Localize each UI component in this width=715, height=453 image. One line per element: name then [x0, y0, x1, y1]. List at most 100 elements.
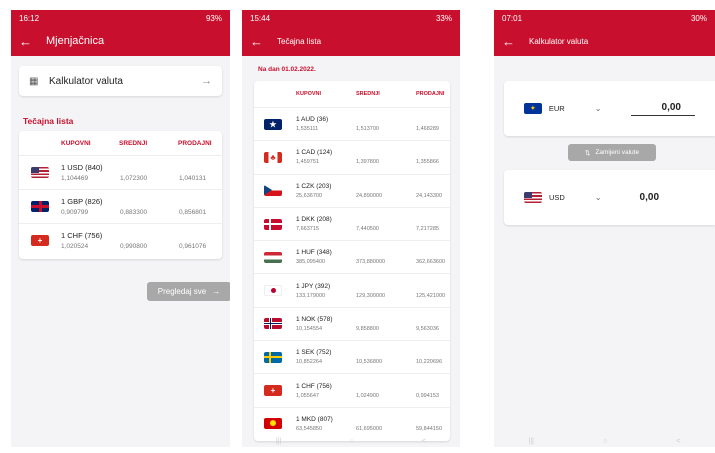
col-buy: KUPOVNI	[296, 91, 322, 97]
mid-rate: 61,695000	[356, 425, 382, 432]
us-flag-icon	[524, 192, 542, 203]
se-flag-icon	[264, 351, 282, 363]
to-currency-card: USD ⌄ 0,00	[504, 170, 715, 225]
view-all-button[interactable]: Pregledaj sve →	[147, 282, 230, 301]
status-time: 15:44	[250, 13, 271, 23]
col-sell: PRODAJNI	[178, 139, 212, 147]
mid-rate: 24,890000	[356, 192, 382, 199]
currency-name: 1 JPY (392)	[296, 282, 331, 290]
rate-row: 1 GBP (826) 0,909799 0,883300 0,856801	[19, 189, 222, 223]
status-battery: 33%	[435, 13, 452, 23]
rate-row: 1 SEK (752) 10,852264 10,536800 10,220696	[254, 340, 450, 373]
col-buy: KUPOVNI	[61, 139, 91, 147]
swap-label: Zamijeni valute	[595, 149, 640, 156]
sell-rate: 0,994153	[416, 392, 439, 399]
app-bar: ← Kalkulator valuta	[494, 26, 715, 56]
rate-row: +1 CHF (756) 1,020524 0,990800 0,961076	[19, 223, 222, 257]
chevron-down-icon[interactable]: ⌄	[595, 104, 602, 113]
sell-rate: 125,421000	[416, 292, 446, 299]
buy-rate: 1,104469	[61, 175, 89, 182]
status-time: 07:01	[502, 13, 523, 23]
arrow-right-icon: →	[212, 287, 221, 296]
currency-name: 1 HUF (348)	[296, 249, 332, 257]
currency-name: 1 GBP (826)	[61, 197, 103, 206]
status-time: 16:12	[19, 13, 40, 23]
converter-link-card[interactable]: ▦ Kalkulator valuta →	[19, 66, 222, 96]
buy-rate: 1,020524	[61, 243, 89, 250]
system-nav-bar: ||| ○ <	[242, 435, 460, 447]
mid-rate: 1,072300	[120, 175, 148, 182]
sell-rate: 7,217285	[416, 226, 439, 233]
to-currency-code[interactable]: USD	[549, 193, 565, 202]
mid-rate: 129,300000	[356, 292, 386, 299]
mid-rate: 373,880000	[356, 259, 386, 266]
currency-name: 1 CHF (756)	[61, 231, 103, 240]
recent-apps-icon[interactable]: |||	[276, 438, 281, 445]
buy-rate: 385,095400	[296, 259, 326, 266]
sell-rate: 10,220696	[416, 359, 442, 366]
status-battery: 93%	[205, 13, 222, 23]
currency-name: 1 DKK (208)	[296, 216, 332, 224]
back-nav-icon[interactable]: <	[422, 438, 426, 445]
app-bar: ← Tečajna lista	[242, 26, 460, 56]
dk-flag-icon	[264, 218, 282, 230]
sell-rate: 1,040131	[179, 175, 207, 182]
rates-date: Na dan 01.02.2022.	[258, 66, 316, 73]
rate-row: 1 USD (840) 1,104469 1,072300 1,040131	[19, 155, 222, 189]
rate-row: +1 CHF (756) 1,055647 1,024900 0,994153	[254, 373, 450, 406]
col-mid: SREDNJI	[356, 91, 380, 97]
sell-rate: 59,844150	[416, 425, 442, 432]
from-amount-input[interactable]: 0,00	[631, 102, 695, 116]
ch-flag-icon: +	[264, 385, 282, 397]
system-nav-bar: ||| ○ <	[494, 435, 715, 447]
currency-name: 1 SEK (752)	[296, 349, 332, 357]
rates-section-title: Tečajna lista	[23, 116, 74, 126]
page-title: Mjenjačnica	[46, 35, 105, 47]
buy-rate: 7,663715	[296, 226, 319, 233]
recent-apps-icon[interactable]: |||	[529, 438, 534, 445]
buy-rate: 133,179000	[296, 292, 326, 299]
chevron-down-icon[interactable]: ⌄	[595, 193, 602, 202]
cz-flag-icon	[264, 185, 282, 197]
buy-rate: 25,636700	[296, 192, 322, 199]
mid-rate: 7,440500	[356, 226, 379, 233]
mid-rate: 1,513700	[356, 126, 379, 133]
rates-list-card: KUPOVNI SREDNJI PRODAJNI ★ 1 AUD (36) 1,53…	[254, 81, 450, 441]
buy-rate: 1,459751	[296, 159, 319, 166]
status-bar: 16:12 93%	[11, 10, 230, 26]
back-nav-icon[interactable]: <	[676, 438, 680, 445]
status-bar: 15:44 33%	[242, 10, 460, 26]
eu-flag-icon: ✦	[524, 103, 542, 114]
status-battery: 30%	[690, 13, 707, 23]
currency-name: 1 CZK (203)	[296, 182, 332, 190]
sell-rate: 24,143300	[416, 192, 442, 199]
rate-row: 1 HUF (348) 385,095400 373,880000 362,66360…	[254, 240, 450, 273]
rate-row: ♣ 1 CAD (124) 1,459751 1,397800 1,355866	[254, 140, 450, 173]
status-bar: 07:01 30%	[494, 10, 715, 26]
mid-rate: 10,536800	[356, 359, 382, 366]
sell-rate: 1,355866	[416, 159, 439, 166]
buy-rate: 0,909799	[61, 209, 89, 216]
home-icon[interactable]: ○	[603, 438, 607, 445]
calculator-icon: ▦	[29, 75, 39, 87]
home-icon[interactable]: ○	[350, 438, 354, 445]
buy-rate: 10,154554	[296, 325, 322, 332]
screen-exchange: 16:12 93% ← Mjenjačnica ▦ Kalkulator val…	[11, 10, 230, 447]
back-arrow-icon[interactable]: ←	[250, 34, 263, 49]
buy-rate: 1,535111	[296, 126, 319, 133]
rate-row: 1 CZK (203) 25,636700 24,890000 24,143300	[254, 173, 450, 207]
currency-name: 1 NOK (578)	[296, 315, 333, 323]
mid-rate: 9,858800	[356, 325, 379, 332]
no-flag-icon	[264, 318, 282, 330]
back-arrow-icon[interactable]: ←	[19, 34, 32, 49]
to-amount-value: 0,00	[639, 192, 660, 203]
mk-flag-icon: ✺	[264, 418, 282, 430]
back-arrow-icon[interactable]: ←	[502, 34, 515, 49]
swap-currencies-button[interactable]: ⇅ Zamijeni valute	[568, 144, 656, 161]
from-currency-code[interactable]: EUR	[549, 104, 565, 113]
arrow-right-icon: →	[201, 75, 212, 87]
rate-row: 1 NOK (578) 10,154554 9,858800 9,563036	[254, 306, 450, 340]
buy-rate: 10,852264	[296, 359, 322, 366]
sell-rate: 1,468289	[416, 126, 439, 133]
currency-name: 1 CHF (756)	[296, 382, 332, 390]
